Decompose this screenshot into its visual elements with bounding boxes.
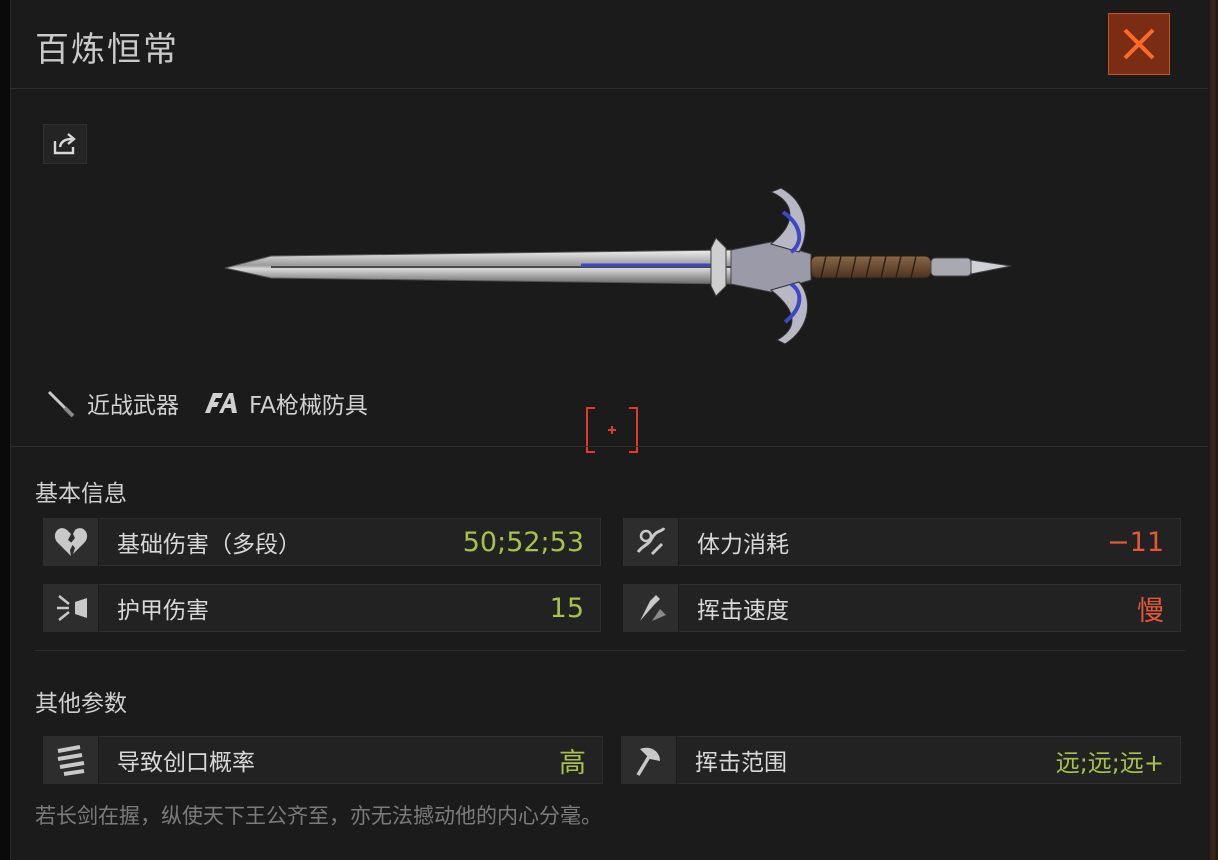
item-detail-panel: 百炼恒常 近战武器 FA枪械防具 基本信息 基础伤害（多段） 50;52;53 … [10,0,1210,860]
tag-fa: FA枪械防具 [203,386,368,420]
stat-label: 体力消耗 [697,532,789,558]
share-icon [53,133,76,155]
fa-logo-icon [205,393,237,413]
stamina-icon [624,518,679,566]
section-divider-middle [35,650,1185,651]
knife-icon [47,390,75,418]
stat-swing-range: 挥击范围 远;远;远+ [621,736,1181,784]
tag-fa-label: FA枪械防具 [249,393,368,419]
stat-label: 护甲伤害 [117,598,209,624]
stat-value: 15 [549,592,584,624]
stat-label: 挥击速度 [697,598,789,624]
header-divider [11,88,1209,89]
stat-stamina-cost: 体力消耗 −11 [623,518,1181,566]
stat-armor-damage: 护甲伤害 15 [43,584,601,632]
stat-wound-chance: 导致创口概率 高 [43,736,603,784]
tag-melee-label: 近战武器 [87,393,179,419]
broken-heart-icon [44,518,99,566]
stat-value: −11 [1107,526,1164,558]
axe-range-icon [622,736,677,784]
background-right [1208,0,1218,860]
other-params-title: 其他参数 [35,691,127,717]
bleed-icon [44,736,99,784]
stat-value: 高 [559,747,586,779]
armor-damage-icon [44,584,99,632]
stat-label: 基础伤害（多段） [117,532,301,558]
stat-label: 挥击范围 [695,750,787,776]
stat-value: 远;远;远+ [1055,748,1164,777]
close-icon [1123,28,1155,60]
tag-melee: 近战武器 [43,386,179,420]
stat-base-damage: 基础伤害（多段） 50;52;53 [43,518,601,566]
close-button[interactable] [1108,13,1170,75]
stat-swing-speed: 挥击速度 慢 [623,584,1181,632]
stat-label: 导致创口概率 [117,750,255,776]
item-description: 若长剑在握，纵使天下王公齐至，亦无法撼动他的内心分毫。 [35,804,602,828]
item-tags: 近战武器 FA枪械防具 [43,386,368,420]
stat-value: 50;52;53 [462,526,584,558]
section-divider-top [11,446,1209,447]
sword-image [224,187,1012,345]
basic-info-title: 基本信息 [35,481,127,507]
share-button[interactable] [43,124,87,164]
background-left [0,0,10,860]
item-title: 百炼恒常 [35,30,179,70]
stat-value: 慢 [1137,595,1164,627]
swing-speed-icon [624,584,679,632]
